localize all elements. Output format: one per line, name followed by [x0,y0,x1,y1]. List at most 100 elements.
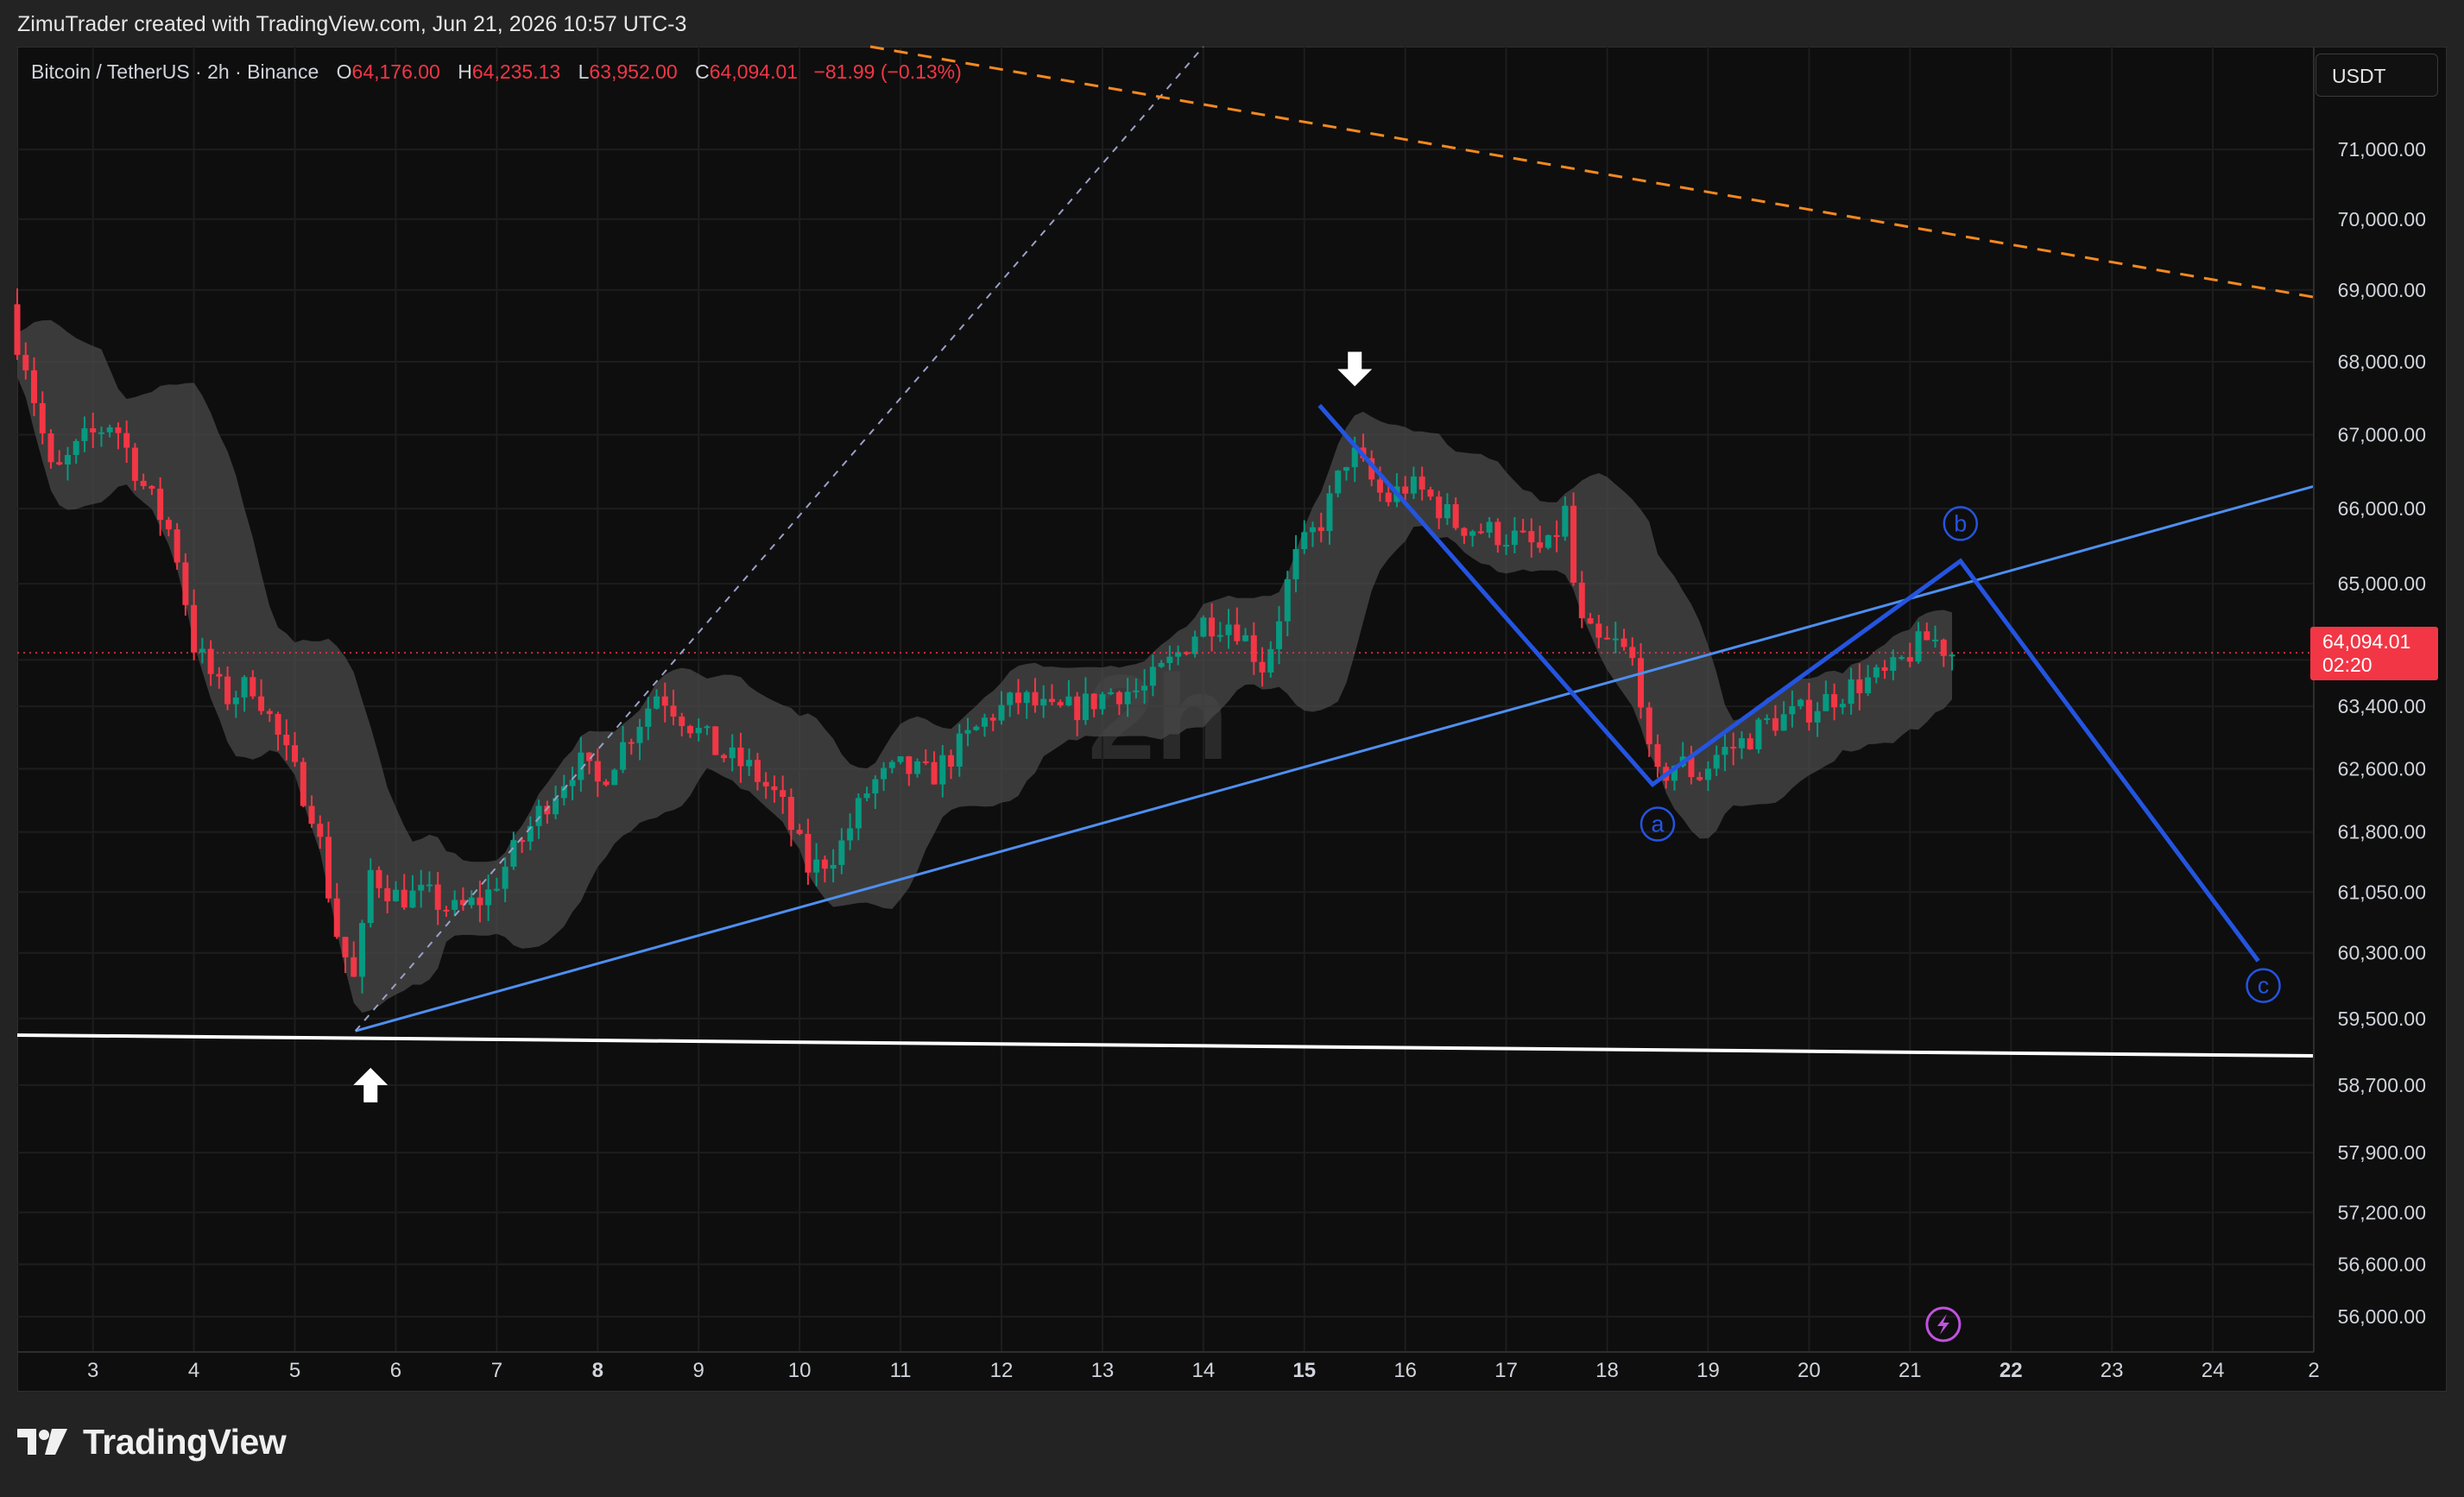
candle-body [73,440,79,456]
candle-body [771,786,778,791]
candle-body [1343,467,1349,471]
chart-canvas[interactable]: a b c 71,000.00 70,000.00 69,000.00 68,000.00… [0,0,2464,1416]
candle-body [241,677,248,698]
symbol-name[interactable]: Bitcoin / TetherUS · 2h · Binance [31,60,319,83]
candle-body [1376,479,1383,493]
close-value: 64,094.01 [709,60,799,83]
candle-body [679,716,685,727]
tradingview-logo-text[interactable]: TradingView [83,1422,287,1462]
time-tick-label: 12 [990,1359,1014,1382]
tradingview-logo-icon[interactable] [17,1427,71,1456]
candle-body [1797,699,1804,706]
candle-body [830,864,837,869]
low-value: 63,952.00 [589,60,678,83]
candle-body [1082,693,1089,721]
candle-body [1099,694,1106,710]
candle-body [1301,532,1308,550]
time-tick-label: 19 [1696,1359,1720,1382]
candle-body [1166,656,1173,663]
price-tick-label: 59,500.00 [2338,1007,2426,1030]
candle-body [333,898,340,938]
time-tick-label: 10 [788,1359,812,1382]
candle-body [502,866,509,889]
candle-body [191,604,198,653]
candle-body [1612,638,1619,641]
candle-body [468,897,475,906]
candle-body [1014,692,1021,704]
candle-body [805,833,812,873]
price-axis: 71,000.00 70,000.00 69,000.00 68,000.00 67,0… [2313,47,2426,1352]
price-tick-label: 69,000.00 [2338,279,2426,301]
candle-body [863,793,870,799]
candle-body [553,798,559,815]
time-tick-label: 4 [188,1359,199,1382]
candle-body [1292,549,1299,579]
candle-body [603,781,610,786]
candle-body [325,837,332,899]
candle-body [982,717,989,727]
candle-body [106,427,113,433]
candle-body [1057,702,1064,706]
wave-label-b: b [1954,510,1967,536]
candle-body [342,937,349,957]
candle-body [1065,696,1072,706]
candle-body [780,790,787,797]
candle-body [216,673,223,677]
last-price-value: 64,094.01 [2322,630,2411,653]
time-tick-label: 13 [1091,1359,1115,1382]
candle-body [922,761,929,763]
candle-body [1537,542,1544,548]
candle-body [1418,476,1425,490]
candle-body [1873,666,1880,678]
price-tick-label: 56,600.00 [2338,1253,2426,1275]
candle-body [1856,679,1863,693]
candle-body [1023,692,1030,704]
candle-body [275,714,281,735]
price-tick-label: 61,800.00 [2338,821,2426,843]
candle-body [1494,521,1501,546]
candle-body [1949,654,1955,657]
candle-body [964,730,971,734]
time-tick-label: 7 [491,1359,502,1382]
candle-body [1604,637,1611,640]
open-value: 64,176.00 [351,60,440,83]
time-tick-label: 20 [1797,1359,1821,1382]
candle-body [485,889,492,906]
change-value: −81.99 (−0.13%) [813,60,962,83]
candle-body [1503,545,1510,547]
candle-body [1587,618,1594,624]
candle-body [1528,531,1535,543]
candle-body [1755,719,1762,749]
candle-body [535,805,542,826]
candle-body [1696,777,1703,780]
candle-body [712,726,719,755]
candle-body [636,726,643,743]
horizontal-support [16,1033,2315,1058]
currency-unit-button[interactable]: USDT [2316,54,2438,97]
price-tick-label: 57,900.00 [2338,1141,2426,1164]
candle-body [140,480,147,486]
candle-body [1764,717,1771,720]
candle-body [704,726,711,729]
candle-body [1570,505,1577,583]
candle-body [1890,657,1897,672]
candle-body [1032,692,1039,706]
candle-body [308,805,315,824]
candle-body [1436,496,1443,519]
candle-body [1486,521,1493,533]
candle-body [762,781,769,786]
open-label: O [336,60,352,83]
candle-body [654,696,660,709]
candle-body [409,890,416,908]
candle-body [1848,679,1854,704]
time-tick-label: 21 [1899,1359,1922,1382]
candle-body [477,897,483,906]
price-tick-label: 68,000.00 [2338,351,2426,373]
candle-body [376,869,382,888]
candle-body [1562,505,1569,537]
candle-body [14,304,21,356]
candle-body [1511,530,1518,546]
candle-body [796,830,803,834]
candle-body [720,755,727,759]
candle-body [1225,624,1232,635]
